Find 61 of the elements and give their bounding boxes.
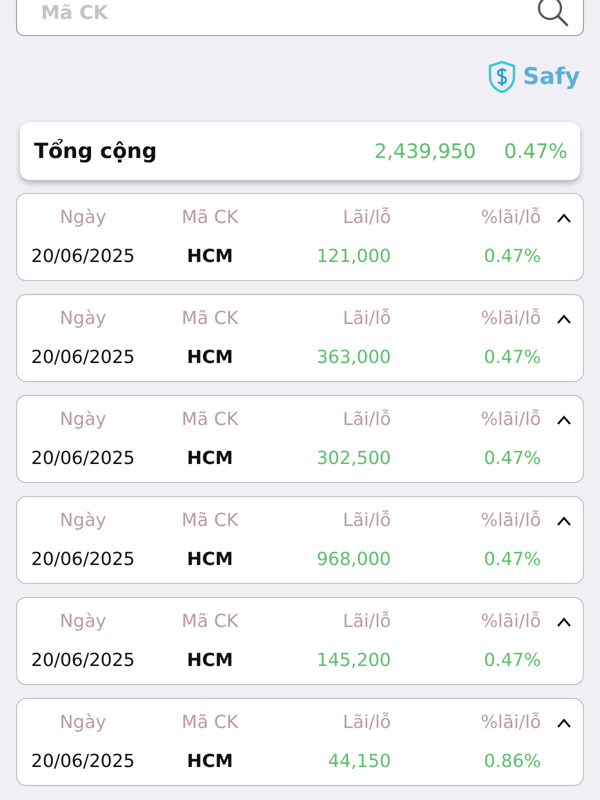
profit-percent: 0.47% <box>482 246 541 267</box>
column-header: %lãi/lỗ <box>480 409 541 430</box>
total-percent: 0.47% <box>504 139 569 163</box>
chevron-icon[interactable] <box>557 314 571 324</box>
column-header: Ngày <box>58 308 108 329</box>
column-header: Mã CK <box>180 409 240 430</box>
column-header: Mã CK <box>180 308 240 329</box>
profit-percent: 0.47% <box>482 347 541 368</box>
column-header: Lãi/lỗ <box>342 510 391 531</box>
profit-percent: 0.86% <box>482 751 541 772</box>
profit-amount: 302,500 <box>316 448 391 469</box>
profit-amount: 145,200 <box>316 650 391 671</box>
profit-percent: 0.47% <box>482 650 541 671</box>
column-header: %lãi/lỗ <box>480 308 541 329</box>
trade-date: 20/06/2025 <box>30 650 136 671</box>
column-header: Ngày <box>58 510 108 531</box>
stock-symbol: HCM <box>186 751 234 772</box>
profit-amount: 968,000 <box>316 549 391 570</box>
trade-date: 20/06/2025 <box>30 246 136 267</box>
column-header: Lãi/lỗ <box>342 207 391 228</box>
column-header: Lãi/lỗ <box>342 611 391 632</box>
column-header: Ngày <box>58 611 108 632</box>
chevron-icon[interactable] <box>557 414 571 424</box>
total-label: Tổng cộng <box>34 139 158 163</box>
column-header: Lãi/lỗ <box>342 712 391 733</box>
column-header: %lãi/lỗ <box>480 510 541 531</box>
chevron-icon[interactable] <box>557 616 571 626</box>
brand-name: Safy <box>522 64 580 90</box>
column-header: %lãi/lỗ <box>480 712 541 733</box>
stock-symbol: HCM <box>186 246 234 267</box>
column-header: Mã CK <box>180 207 240 228</box>
column-header: %lãi/lỗ <box>480 611 541 632</box>
trade-date: 20/06/2025 <box>30 751 136 772</box>
column-header: Mã CK <box>180 712 240 733</box>
column-header: Lãi/lỗ <box>342 409 391 430</box>
profit-amount: 121,000 <box>316 246 391 267</box>
column-header: %lãi/lỗ <box>480 207 541 228</box>
profit-amount: 44,150 <box>327 751 391 772</box>
stock-symbol: HCM <box>186 448 234 469</box>
column-header: Mã CK <box>180 510 240 531</box>
chevron-icon[interactable] <box>557 516 571 526</box>
total-amount: 2,439,950 <box>374 139 476 163</box>
stock-symbol: HCM <box>186 347 234 368</box>
column-header: Ngày <box>58 409 108 430</box>
search-icon[interactable] <box>536 0 570 28</box>
shield-dollar-icon <box>486 60 517 94</box>
trade-date: 20/06/2025 <box>30 549 136 570</box>
trade-date: 20/06/2025 <box>30 448 136 469</box>
profit-amount: 363,000 <box>316 347 391 368</box>
search-field[interactable]: Mã CK <box>16 0 584 36</box>
column-header: Ngày <box>58 207 108 228</box>
stock-symbol: HCM <box>186 650 234 671</box>
chevron-icon[interactable] <box>557 718 571 728</box>
column-header: Ngày <box>58 712 108 733</box>
column-header: Mã CK <box>180 611 240 632</box>
trade-date: 20/06/2025 <box>30 347 136 368</box>
profit-percent: 0.47% <box>482 448 541 469</box>
column-header: Lãi/lỗ <box>342 308 391 329</box>
stock-symbol: HCM <box>186 549 234 570</box>
chevron-icon[interactable] <box>557 212 571 222</box>
profit-percent: 0.47% <box>482 549 541 570</box>
